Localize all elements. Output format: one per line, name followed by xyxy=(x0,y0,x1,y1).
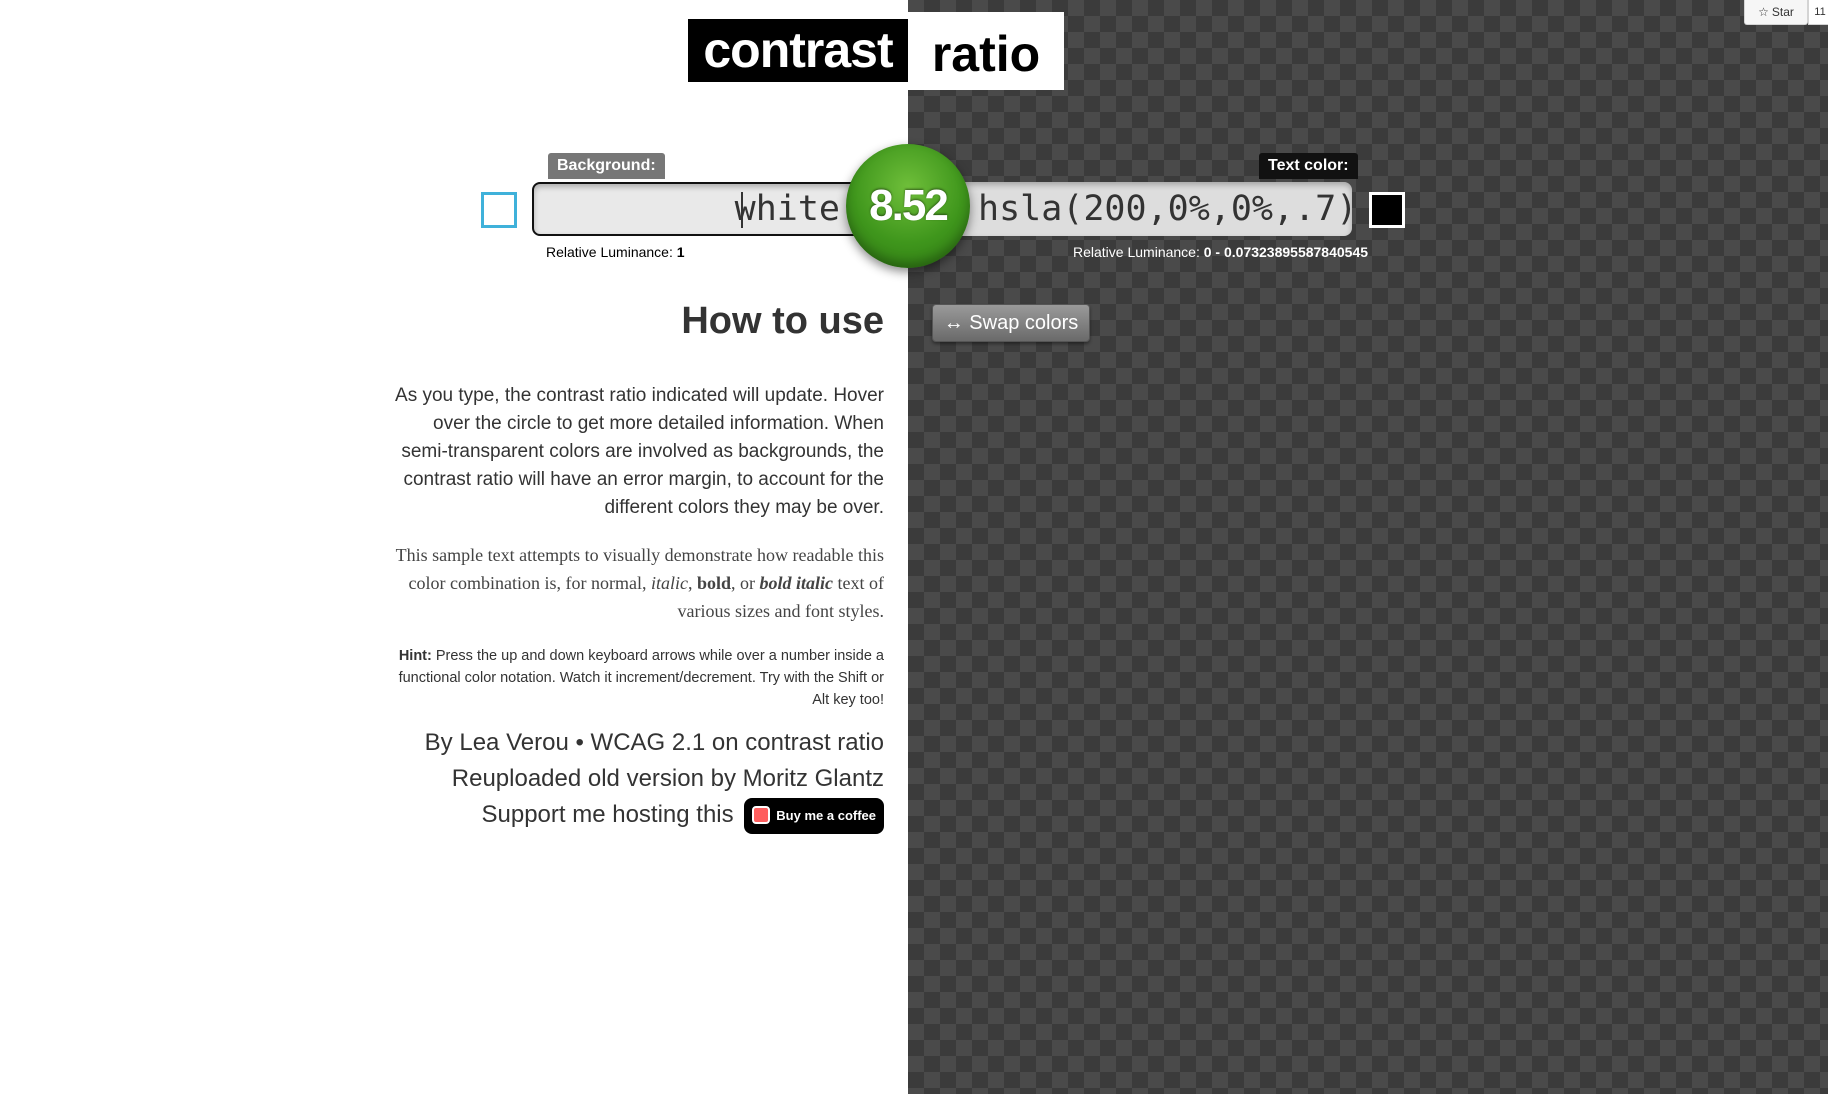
github-star-button[interactable]: ☆ Star xyxy=(1744,0,1808,25)
coffee-button-label: Buy me a coffee xyxy=(776,807,876,823)
logo-contrast: contrast xyxy=(688,19,908,82)
text-color-swatch[interactable] xyxy=(1369,192,1405,228)
how-to-use-heading: How to use xyxy=(681,300,884,342)
support-text: Support me hosting this xyxy=(481,801,734,828)
text-color-preview-pane xyxy=(908,0,1828,1094)
star-icon: ☆ xyxy=(1758,5,1769,19)
background-color-input[interactable]: white xyxy=(532,182,882,236)
sample-separator: , xyxy=(687,573,697,593)
text-color-luminance: Relative Luminance: 0 - 0.07323895587840… xyxy=(1073,244,1368,260)
hint-label: Hint: xyxy=(398,648,432,664)
author-link[interactable]: Lea Verou xyxy=(459,729,568,756)
sample-bold: bold xyxy=(696,573,731,593)
hint-text: Hint: Press the up and down keyboard arr… xyxy=(384,645,884,711)
coffee-cup-icon xyxy=(752,806,771,825)
credits-line-author: By Lea Verou • WCAG 2.1 on contrast rati… xyxy=(284,725,884,761)
text-color-luminance-value: 0 - 0.07323895587840545 xyxy=(1203,244,1369,260)
credits-bullet: • xyxy=(568,729,591,756)
background-luminance-value: 1 xyxy=(676,244,685,260)
background-luminance-label: Relative Luminance: xyxy=(546,244,673,260)
usage-description: As you type, the contrast ratio indicate… xyxy=(395,385,884,518)
sample-italic: italic xyxy=(650,573,688,593)
sample-bold-italic: bold italic xyxy=(759,573,834,593)
buy-me-a-coffee-button[interactable]: Buy me a coffee xyxy=(744,797,884,834)
wcag-link[interactable]: WCAG 2.1 on contrast ratio xyxy=(591,729,884,756)
swap-colors-button[interactable]: ↔ Swap colors xyxy=(932,304,1090,342)
contrast-ratio-circle[interactable]: 8.52 xyxy=(846,144,970,268)
background-color-swatch[interactable] xyxy=(481,192,517,228)
credits: By Lea Verou • WCAG 2.1 on contrast rati… xyxy=(284,725,884,834)
background-luminance: Relative Luminance: 1 xyxy=(546,244,685,260)
text-color-luminance-label: Relative Luminance: xyxy=(1073,244,1200,260)
sample-text: This sample text attempts to visually de… xyxy=(384,541,884,625)
background-label: Background: xyxy=(548,153,665,179)
reupload-note: Reuploaded old version by Moritz Glantz xyxy=(451,765,884,792)
text-color-label: Text color: xyxy=(1259,153,1358,179)
logo-ratio: ratio xyxy=(908,12,1064,90)
credits-by: By xyxy=(424,729,460,756)
github-star-label: Star xyxy=(1771,5,1794,19)
credits-line-support: Support me hosting this Buy me a coffee xyxy=(284,797,884,834)
github-star-count[interactable]: 11 xyxy=(1808,0,1828,25)
hint-body: Press the up and down keyboard arrows wh… xyxy=(398,648,884,708)
sample-separator: , or xyxy=(731,573,760,593)
text-color-input[interactable]: hsla(200,0%,0%,.7) xyxy=(948,182,1352,236)
